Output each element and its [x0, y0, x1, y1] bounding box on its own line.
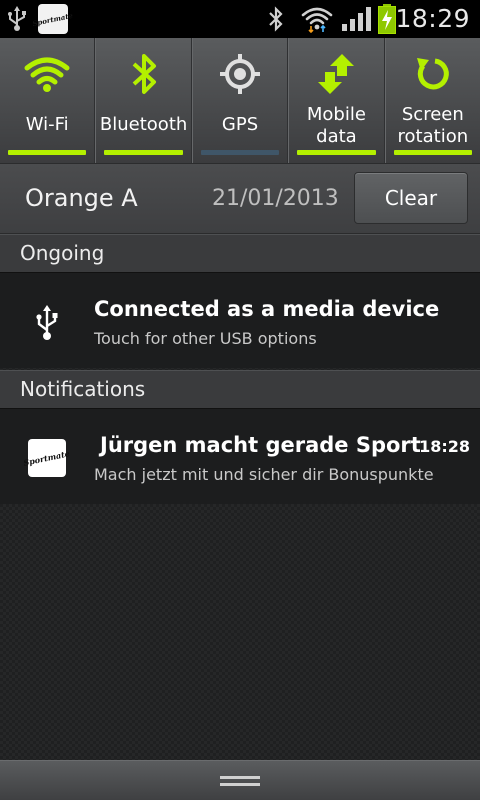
sportmate-app-icon: Sportmate	[32, 4, 74, 34]
notification-title: Jürgen macht gerade Sport	[100, 433, 421, 457]
gps-toggle[interactable]: GPS	[191, 38, 289, 163]
bluetooth-icon	[269, 6, 283, 32]
screen-rotation-icon	[416, 58, 449, 90]
status-bar: Sportmate 18:29	[0, 0, 480, 38]
gps-label: GPS	[221, 114, 259, 135]
mobile-data-indicator	[297, 150, 376, 155]
carrier-row: Orange A 21/01/2013 Clear	[0, 164, 480, 234]
wifi-icon	[24, 57, 70, 92]
mobile-data-icon	[318, 54, 355, 94]
grip-line-top	[220, 776, 260, 779]
bluetooth-label: Bluetooth	[99, 114, 188, 135]
gps-indicator	[200, 150, 280, 155]
ongoing-usb-notification[interactable]: Connected as a media device Touch for ot…	[0, 272, 480, 368]
notification-subtitle: Mach jetzt mit und sicher dir Bonuspunkt…	[94, 465, 434, 484]
grip-line-bottom	[220, 783, 260, 786]
screen-rotation-label-line2: rotation	[397, 126, 469, 147]
screen-rotation-toggle[interactable]: Screen rotation	[384, 38, 480, 163]
clear-button[interactable]: Clear	[354, 172, 468, 224]
sportmate-notification[interactable]: Sportmate Jürgen macht gerade Sport 18:2…	[0, 408, 480, 504]
sportmate-icon-text: Sportmate	[22, 448, 72, 468]
usb-icon	[36, 305, 58, 340]
ongoing-title: Connected as a media device	[94, 297, 440, 321]
screen-rotation-label-line1: Screen	[401, 104, 464, 125]
wifi-toggle[interactable]: Wi-Fi	[0, 38, 96, 163]
bluetooth-toggle[interactable]: Bluetooth	[95, 38, 192, 163]
notifications-header: Notifications	[0, 370, 480, 408]
usb-icon	[8, 6, 26, 31]
bluetooth-icon	[132, 54, 156, 94]
screen-rotation-indicator	[393, 150, 473, 155]
notification-time: 18:28	[419, 437, 470, 456]
clock: 18:29	[395, 4, 470, 33]
signal-icon	[342, 7, 371, 31]
bluetooth-indicator	[104, 150, 183, 155]
sportmate-app-icon: Sportmate	[23, 439, 71, 477]
ongoing-header: Ongoing	[0, 234, 480, 272]
date: 21/01/2013	[212, 186, 339, 211]
wifi-label: Wi-Fi	[25, 114, 69, 135]
wifi-icon	[301, 7, 333, 33]
mobile-data-label-line1: Mobile	[306, 104, 366, 125]
mobile-data-toggle[interactable]: Mobile data	[288, 38, 385, 163]
screen-rotation-label: Screen rotation	[386, 104, 480, 148]
gps-icon	[220, 54, 261, 94]
carrier-name: Orange A	[25, 184, 138, 212]
mobile-data-label-line2: data	[316, 126, 357, 147]
panel-drag-handle[interactable]	[0, 760, 480, 800]
ongoing-subtitle: Touch for other USB options	[94, 329, 317, 348]
wifi-indicator	[8, 150, 87, 155]
battery-charging-icon	[378, 4, 396, 34]
mobile-data-label: Mobile data	[289, 104, 383, 148]
quick-settings-panel: Wi-Fi Bluetooth GPS Mobile data Screen r…	[0, 38, 480, 164]
